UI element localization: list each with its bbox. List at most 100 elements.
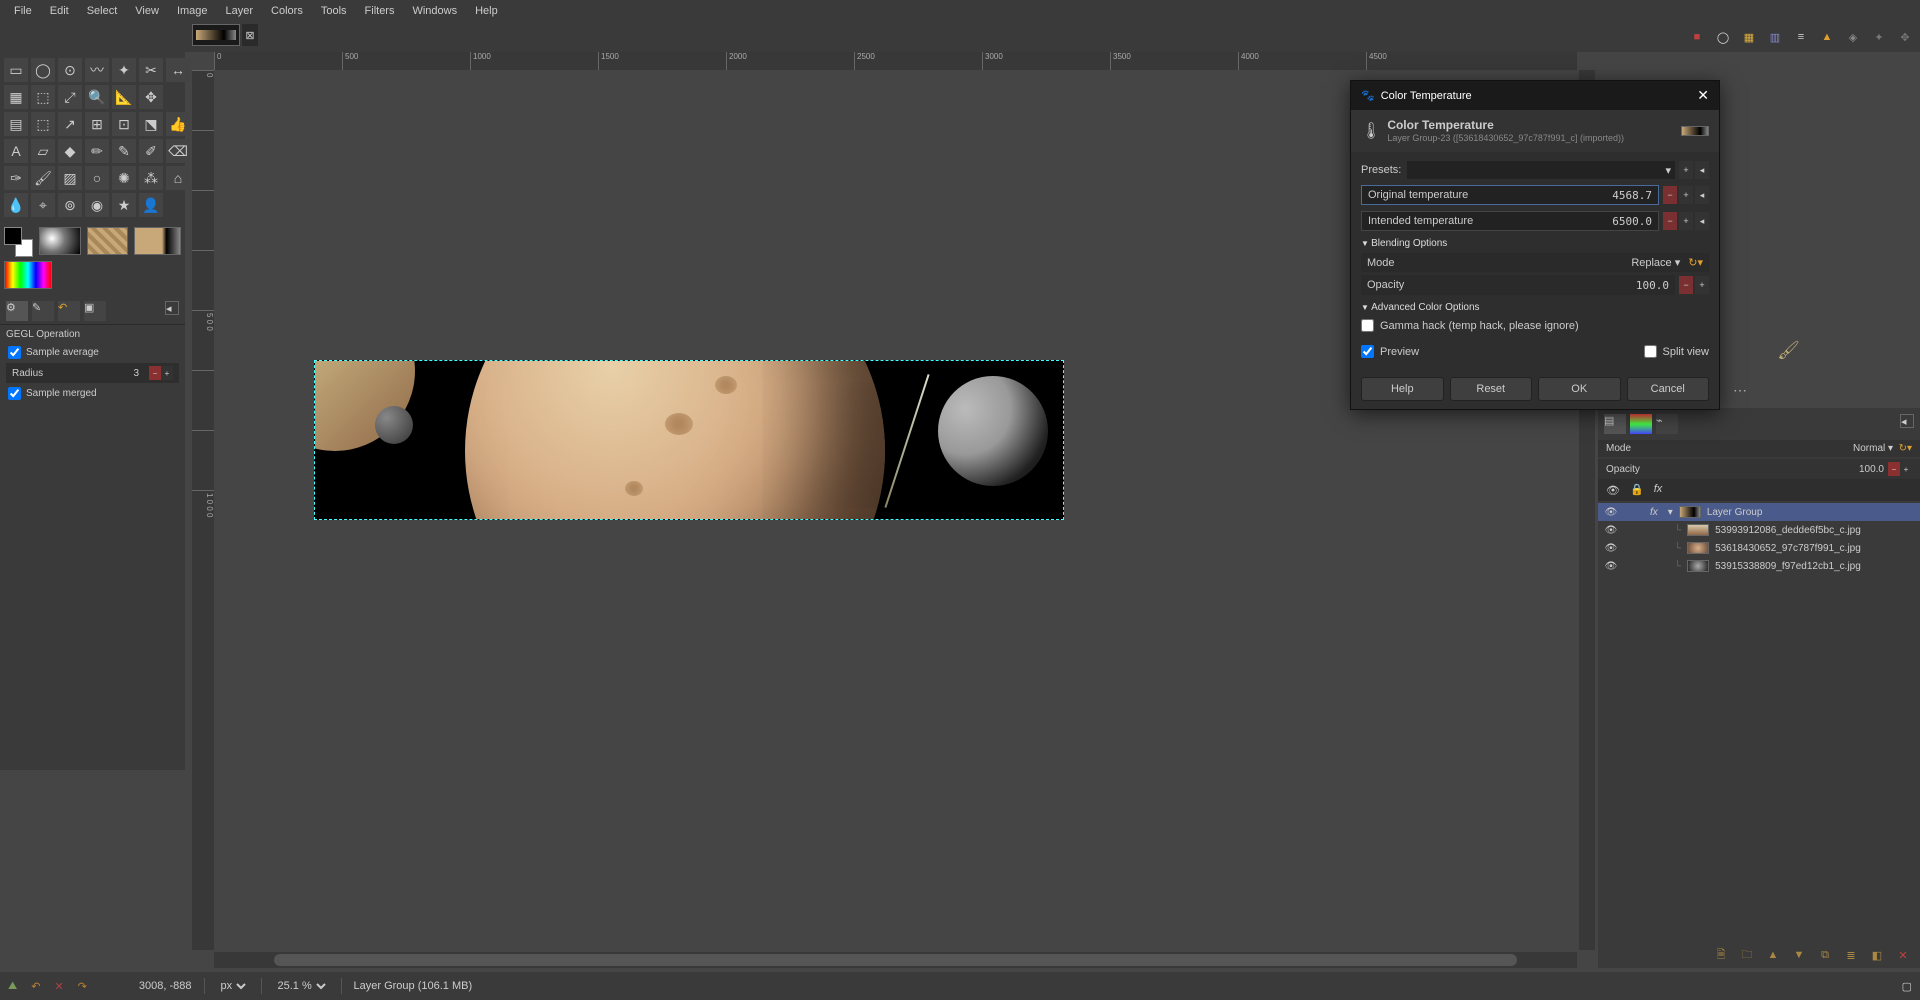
tool-6[interactable]: ↔ — [166, 58, 190, 82]
tool-0[interactable]: ▭ — [4, 58, 28, 82]
sample-average-row[interactable]: Sample average — [0, 344, 185, 361]
dialog-more-icon[interactable]: ⋯ — [1733, 382, 1747, 399]
mode-dropdown[interactable]: Replace ▾ — [1631, 256, 1680, 269]
tool-2[interactable]: ⊙ — [58, 58, 82, 82]
layer-opacity-value[interactable]: 100.0 — [1859, 464, 1884, 475]
layer-name[interactable]: 53915338809_f97ed12cb1_c.jpg — [1715, 561, 1861, 572]
tool-3[interactable]: 〰 — [85, 58, 109, 82]
tool-27[interactable]: ⌫ — [166, 139, 190, 163]
tool-28[interactable]: ✑ — [4, 166, 28, 190]
image-tab[interactable] — [192, 24, 240, 46]
sample-average-checkbox[interactable] — [8, 346, 21, 359]
tool-14[interactable]: ▤ — [4, 112, 28, 136]
tool-25[interactable]: ✎ — [112, 139, 136, 163]
tool-34[interactable]: ⌂ — [166, 166, 190, 190]
tool-35[interactable]: 💧 — [4, 193, 28, 217]
tool-24[interactable]: ✏ — [85, 139, 109, 163]
menu-image[interactable]: Image — [169, 2, 216, 20]
tool-26[interactable]: ✐ — [139, 139, 163, 163]
menu-help[interactable]: Help — [467, 2, 506, 20]
int-temp-reset-icon[interactable]: ◂ — [1695, 212, 1709, 230]
wand-dim-icon[interactable]: ✦ — [1869, 27, 1889, 47]
int-temp-minus[interactable]: − — [1663, 212, 1677, 230]
dlg-opacity-minus[interactable]: − — [1679, 276, 1693, 294]
gamma-hack-row[interactable]: Gamma hack (temp hack, please ignore) — [1361, 317, 1709, 334]
tool-5[interactable]: ✂ — [139, 58, 163, 82]
tool-19[interactable]: ⬔ — [139, 112, 163, 136]
horizontal-scrollbar[interactable] — [214, 952, 1577, 968]
layer-group-row[interactable]: 👁 fx ▾ Layer Group — [1598, 503, 1920, 521]
dlg-opacity-value[interactable]: 100.0 — [1636, 279, 1669, 292]
zoom-dropdown[interactable]: 25.1 % — [274, 979, 329, 993]
new-layer-icon[interactable]: 🗎 — [1712, 946, 1730, 964]
tool-38[interactable]: ◉ — [85, 193, 109, 217]
tool-37[interactable]: ⊚ — [58, 193, 82, 217]
redo-icon[interactable]: ↷ — [78, 980, 87, 993]
tool-9[interactable]: ⤢ — [58, 85, 82, 109]
layer-opacity-row[interactable]: Opacity 100.0 −+ — [1598, 459, 1920, 479]
tool-10[interactable]: 🔍 — [85, 85, 109, 109]
dlg-opacity-slider[interactable]: Opacity 100.0 — [1361, 275, 1675, 295]
layer-row-2[interactable]: 👁 └ 53618430652_97c787f991_c.jpg — [1598, 539, 1920, 557]
menu-windows[interactable]: Windows — [404, 2, 465, 20]
intended-temp-slider[interactable]: Intended temperature 6500.0 — [1361, 211, 1659, 231]
menu-view[interactable]: View — [127, 2, 167, 20]
raise-layer-icon[interactable]: ▲ — [1764, 946, 1782, 964]
duplicate-layer-icon[interactable]: ⧉ — [1816, 946, 1834, 964]
layer-name[interactable]: 53618430652_97c787f991_c.jpg — [1715, 543, 1861, 554]
tool-30[interactable]: ▨ — [58, 166, 82, 190]
int-temp-plus[interactable]: + — [1679, 212, 1693, 230]
tool-8[interactable]: ⬚ — [31, 85, 55, 109]
opacity-minus[interactable]: − — [1888, 462, 1900, 476]
menu-file[interactable]: File — [6, 2, 40, 20]
blending-options-header[interactable]: Blending Options — [1361, 234, 1709, 253]
layer-row-3[interactable]: 👁 └ 53915338809_f97ed12cb1_c.jpg — [1598, 557, 1920, 575]
tool-15[interactable]: ⬚ — [31, 112, 55, 136]
gamma-hack-checkbox[interactable] — [1361, 319, 1374, 332]
tab-close-icon[interactable]: ⊠ — [242, 24, 258, 46]
eye-icon[interactable]: 👁 — [1604, 541, 1618, 555]
preset-add-icon[interactable]: + — [1679, 161, 1693, 179]
preset-menu-icon[interactable]: ◂ — [1695, 161, 1709, 179]
layer-name[interactable]: 53993912086_dedde6f5bc_c.jpg — [1715, 525, 1861, 536]
move-dim-icon[interactable]: ✥ — [1895, 27, 1915, 47]
delete-icon[interactable]: ✕ — [54, 980, 63, 993]
status-box-icon[interactable]: ▢ — [1902, 980, 1912, 993]
brush-preview[interactable] — [39, 227, 80, 255]
fx-icon[interactable]: fx — [1654, 483, 1663, 497]
wilber-icon[interactable]: ⛰ — [8, 980, 17, 993]
merge-icon[interactable]: ≣ — [1842, 946, 1860, 964]
tool-options-tab[interactable]: ⚙ — [6, 301, 28, 321]
pattern-preview[interactable] — [87, 227, 128, 255]
menu-filters[interactable]: Filters — [357, 2, 403, 20]
lock-icon[interactable]: 🔒 — [1630, 483, 1644, 497]
paths-tab[interactable]: ⌁ — [1656, 414, 1678, 434]
list-icon[interactable]: ≡ — [1791, 27, 1811, 47]
expand-icon[interactable]: ▾ — [1668, 507, 1673, 518]
layer-group-label[interactable]: Layer Group — [1707, 507, 1763, 518]
tool-36[interactable]: ⌖ — [31, 193, 55, 217]
stop-icon[interactable]: ■ — [1687, 27, 1707, 47]
undo-icon[interactable]: ↶ — [31, 980, 40, 993]
unit-dropdown[interactable]: px — [217, 979, 249, 993]
delete-layer-icon[interactable]: ✕ — [1894, 946, 1912, 964]
lower-layer-icon[interactable]: ▼ — [1790, 946, 1808, 964]
diamond-icon[interactable]: ◈ — [1843, 27, 1863, 47]
orig-temp-reset-icon[interactable]: ◂ — [1695, 186, 1709, 204]
ruler-vertical[interactable]: 05 0 01 0 0 0 — [192, 70, 214, 950]
orig-temp-minus[interactable]: − — [1663, 186, 1677, 204]
channels-tab[interactable] — [1630, 414, 1652, 434]
presets-dropdown[interactable]: ▾ — [1407, 161, 1675, 179]
tool-16[interactable]: ↗ — [58, 112, 82, 136]
cancel-button[interactable]: Cancel — [1627, 377, 1710, 401]
sample-merged-row[interactable]: Sample merged — [0, 385, 185, 402]
tool-12[interactable]: ✥ — [139, 85, 163, 109]
opacity-plus[interactable]: + — [1900, 462, 1912, 476]
intended-temp-value[interactable]: 6500.0 — [1612, 215, 1652, 228]
preview-checkbox[interactable] — [1361, 345, 1374, 358]
tool-4[interactable]: ✦ — [112, 58, 136, 82]
radius-value[interactable]: 3 — [127, 367, 145, 380]
dialog-close-icon[interactable]: ✕ — [1697, 87, 1709, 104]
tool-17[interactable]: ⊞ — [85, 112, 109, 136]
dialog-titlebar[interactable]: 🐾 Color Temperature ✕ — [1351, 81, 1719, 110]
